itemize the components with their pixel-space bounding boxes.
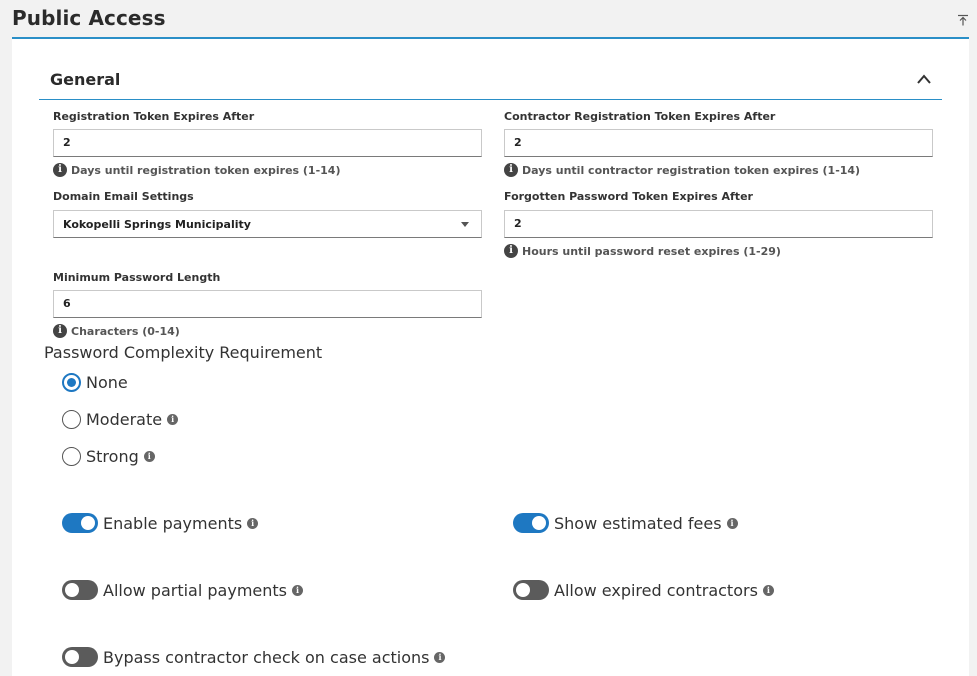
info-icon[interactable]: i (762, 584, 774, 596)
radio-label: Moderate (86, 409, 163, 429)
radio-label: Strong (86, 446, 139, 466)
minimum-password-length-input[interactable]: 6 (53, 290, 482, 318)
toggle-label: Allow partial payments (103, 580, 287, 600)
enable-payments-row[interactable]: Enable payments i (62, 512, 259, 534)
allow-partial-payments-row[interactable]: Allow partial payments i (62, 579, 303, 601)
info-icon: i (53, 324, 67, 338)
radio-button[interactable] (62, 409, 81, 429)
info-icon[interactable]: i (143, 450, 155, 462)
enable-payments-toggle[interactable] (62, 513, 98, 533)
radio-option-strong[interactable]: Strong i (62, 446, 155, 466)
toggle-label: Bypass contractor check on case actions (103, 647, 430, 667)
show-estimated-fees-toggle[interactable] (513, 513, 549, 533)
allow-partial-payments-toggle[interactable] (62, 580, 98, 600)
registration-token-input[interactable]: 2 (53, 129, 482, 157)
info-icon: i (504, 244, 518, 258)
forgotten-password-token-label: Forgotten Password Token Expires After (504, 190, 753, 203)
hint-text: Characters (0-14) (71, 324, 180, 338)
bypass-contractor-check-toggle[interactable] (62, 647, 98, 667)
section-title: General (50, 70, 121, 89)
domain-email-settings-label: Domain Email Settings (53, 190, 194, 203)
toggle-label: Allow expired contractors (554, 580, 758, 600)
info-icon[interactable]: i (434, 651, 446, 663)
password-complexity-label: Password Complexity Requirement (44, 343, 323, 362)
page-title: Public Access (12, 6, 166, 30)
forgotten-password-token-input[interactable]: 2 (504, 210, 933, 238)
collapse-top-icon[interactable] (957, 14, 969, 26)
allow-expired-contractors-toggle[interactable] (513, 580, 549, 600)
caret-down-icon (461, 222, 469, 227)
info-icon[interactable]: i (726, 517, 738, 529)
toggle-label: Show estimated fees (554, 513, 722, 533)
hint-text: Days until contractor registration token… (522, 163, 861, 177)
info-icon[interactable]: i (247, 517, 259, 529)
radio-button[interactable] (62, 446, 81, 466)
registration-token-label: Registration Token Expires After (53, 110, 255, 123)
registration-token-hint: i Days until registration token expires … (53, 163, 340, 177)
info-icon[interactable]: i (167, 413, 179, 425)
show-estimated-fees-row[interactable]: Show estimated fees i (513, 512, 738, 534)
bypass-contractor-check-row[interactable]: Bypass contractor check on case actions … (62, 646, 446, 668)
hint-text: Hours until password reset expires (1-29… (522, 244, 781, 258)
chevron-up-icon[interactable] (916, 73, 932, 85)
section-divider (39, 99, 942, 100)
select-value: Kokopelli Springs Municipality (63, 218, 251, 231)
forgotten-password-token-hint: i Hours until password reset expires (1-… (504, 244, 781, 258)
contractor-registration-token-label: Contractor Registration Token Expires Af… (504, 110, 776, 123)
domain-email-settings-select[interactable]: Kokopelli Springs Municipality (53, 210, 482, 238)
toggle-label: Enable payments (103, 513, 243, 533)
radio-button[interactable] (62, 372, 81, 392)
allow-expired-contractors-row[interactable]: Allow expired contractors i (513, 579, 774, 601)
radio-option-moderate[interactable]: Moderate i (62, 409, 179, 429)
info-icon: i (53, 163, 67, 177)
radio-label: None (86, 372, 128, 392)
radio-option-none[interactable]: None (62, 372, 128, 392)
contractor-registration-token-input[interactable]: 2 (504, 129, 933, 157)
minimum-password-length-label: Minimum Password Length (53, 271, 221, 284)
contractor-registration-token-hint: i Days until contractor registration tok… (504, 163, 860, 177)
info-icon: i (504, 163, 518, 177)
minimum-password-length-hint: i Characters (0-14) (53, 324, 180, 338)
info-icon[interactable]: i (292, 584, 303, 596)
hint-text: Days until registration token expires (1… (71, 163, 341, 177)
